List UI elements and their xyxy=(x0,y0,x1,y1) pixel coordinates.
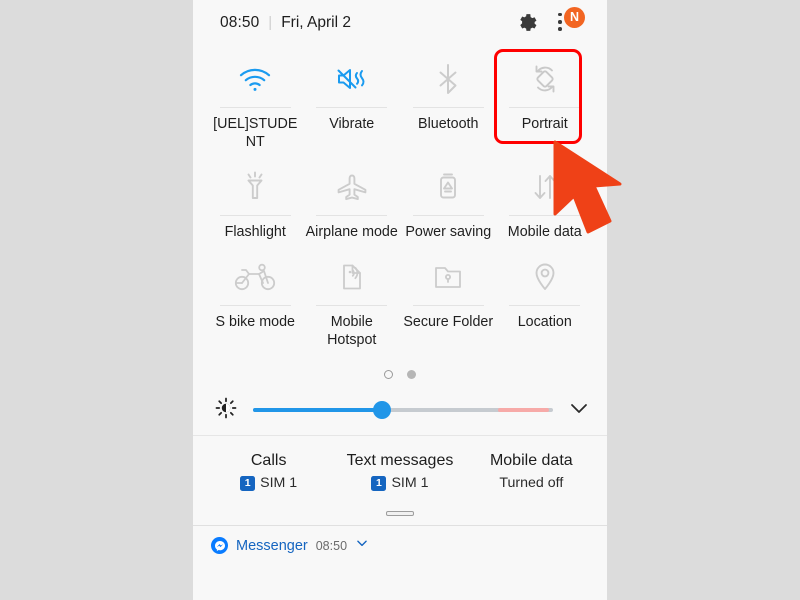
tile-divider xyxy=(509,215,581,216)
tile-label: Mobile data xyxy=(507,224,582,240)
tile-divider xyxy=(219,305,291,306)
sim-status-value: Turned off xyxy=(499,475,564,491)
tile-label: Vibrate xyxy=(329,116,375,132)
slider-track-high-range xyxy=(497,408,549,412)
tile-secure-folder[interactable]: Secure Folder xyxy=(400,241,497,349)
tile-airplane-mode[interactable]: Airplane mode xyxy=(304,151,401,241)
gear-icon[interactable] xyxy=(516,12,538,34)
mobile-data-icon xyxy=(529,167,561,207)
tile-label: Flashlight xyxy=(224,224,286,240)
slider-thumb[interactable] xyxy=(373,401,391,419)
bluetooth-icon xyxy=(435,59,461,99)
sim-status-calls[interactable]: Calls 1 SIM 1 xyxy=(203,450,334,493)
notification-messenger[interactable]: Messenger 08:50 xyxy=(193,526,607,555)
brightness-row xyxy=(193,387,607,427)
wifi-icon xyxy=(238,59,272,99)
sim-status-value: SIM 1 xyxy=(260,475,298,491)
tile-label: Location xyxy=(517,314,572,330)
tile-label: Secure Folder xyxy=(403,314,494,330)
sim-status-mobile-data[interactable]: Mobile data Turned off xyxy=(466,450,597,493)
clock-time: 08:50 xyxy=(220,13,260,31)
tile-bluetooth[interactable]: Bluetooth xyxy=(400,49,497,151)
page-indicator xyxy=(193,361,607,387)
kebab-menu-icon[interactable]: N xyxy=(555,6,585,36)
location-pin-icon xyxy=(532,257,558,297)
vibrate-icon xyxy=(335,59,369,99)
screenshot-stage: 08:50 | Fri, April 2 N [UEL]STUDENT Vibr… xyxy=(0,0,800,600)
motorbike-icon xyxy=(233,257,277,297)
tile-divider xyxy=(316,107,388,108)
brightness-slider[interactable] xyxy=(253,399,553,421)
tile-divider xyxy=(219,215,291,216)
chevron-down-icon[interactable] xyxy=(355,536,369,555)
panel-drag-handle-wrap[interactable] xyxy=(193,511,607,516)
page-dot[interactable] xyxy=(407,369,416,379)
brightness-icon xyxy=(215,397,237,424)
tile-divider xyxy=(412,107,484,108)
sim-status-row: Calls 1 SIM 1 Text messages 1 SIM 1 Mobi… xyxy=(193,436,607,493)
tile-mobile-data[interactable]: Mobile data xyxy=(497,151,594,241)
tile-label: Power saving xyxy=(405,224,492,240)
sim-status-value: SIM 1 xyxy=(391,475,429,491)
sim-status-title: Mobile data xyxy=(489,452,573,469)
tile-divider xyxy=(316,215,388,216)
sim-status-text-messages[interactable]: Text messages 1 SIM 1 xyxy=(334,450,465,493)
messenger-icon xyxy=(211,537,228,554)
tile-label: Portrait xyxy=(521,116,568,132)
sim-status-value-wrap: 1 SIM 1 xyxy=(338,474,461,493)
sim-status-title: Text messages xyxy=(346,452,454,469)
tile-row: [UEL]STUDENT Vibrate Bluetooth Portrait xyxy=(207,49,593,151)
header-separator: | xyxy=(268,14,273,31)
screen-rotation-icon xyxy=(528,59,562,99)
tile-label: [UEL]STUDENT xyxy=(213,116,298,150)
tile-label: S bike mode xyxy=(215,314,295,330)
flashlight-icon xyxy=(240,167,270,207)
tile-power-saving[interactable]: Power saving xyxy=(400,151,497,241)
tile-row: Flashlight Airplane mode Power saving Mo… xyxy=(207,151,593,241)
tile-divider xyxy=(316,305,388,306)
tile-mobile-hotspot[interactable]: Mobile Hotspot xyxy=(304,241,401,349)
quick-settings-panel: 08:50 | Fri, April 2 N [UEL]STUDENT Vibr… xyxy=(193,0,607,600)
tile-wifi[interactable]: [UEL]STUDENT xyxy=(207,49,304,151)
tile-row: S bike mode Mobile Hotspot Secure Folder… xyxy=(207,241,593,349)
status-header: 08:50 | Fri, April 2 N xyxy=(193,0,607,45)
tile-divider xyxy=(412,215,484,216)
quick-settings-grid: [UEL]STUDENT Vibrate Bluetooth Portrait … xyxy=(193,45,607,349)
sim-status-title: Calls xyxy=(250,452,287,469)
airplane-icon xyxy=(334,167,370,207)
tile-portrait[interactable]: Portrait xyxy=(497,49,594,151)
battery-saver-icon xyxy=(435,167,461,207)
secure-folder-icon xyxy=(431,257,465,297)
tile-label: Airplane mode xyxy=(305,224,398,240)
tile-divider xyxy=(509,305,581,306)
tile-s-bike-mode[interactable]: S bike mode xyxy=(207,241,304,349)
drag-handle-icon[interactable] xyxy=(386,511,414,516)
tile-divider xyxy=(219,107,291,108)
sim-badge: 1 xyxy=(371,476,387,491)
tile-vibrate[interactable]: Vibrate xyxy=(304,49,401,151)
notification-app-name: Messenger xyxy=(236,537,308,554)
tile-divider xyxy=(412,305,484,306)
tile-divider xyxy=(509,107,581,108)
tile-flashlight[interactable]: Flashlight xyxy=(207,151,304,241)
tile-label: Mobile Hotspot xyxy=(327,314,377,348)
notification-time: 08:50 xyxy=(315,538,348,553)
sim-badge: 1 xyxy=(240,476,256,491)
sim-status-value-wrap: Turned off xyxy=(470,474,593,493)
sim-status-value-wrap: 1 SIM 1 xyxy=(207,474,330,493)
chevron-down-icon[interactable] xyxy=(567,396,591,425)
slider-fill xyxy=(253,408,382,412)
hotspot-icon xyxy=(337,257,367,297)
tile-label: Bluetooth xyxy=(418,116,479,132)
clock-date: Fri, April 2 xyxy=(281,13,351,31)
tile-location[interactable]: Location xyxy=(497,241,594,349)
status-badge: N xyxy=(564,6,585,28)
page-dot-current[interactable] xyxy=(384,369,393,379)
